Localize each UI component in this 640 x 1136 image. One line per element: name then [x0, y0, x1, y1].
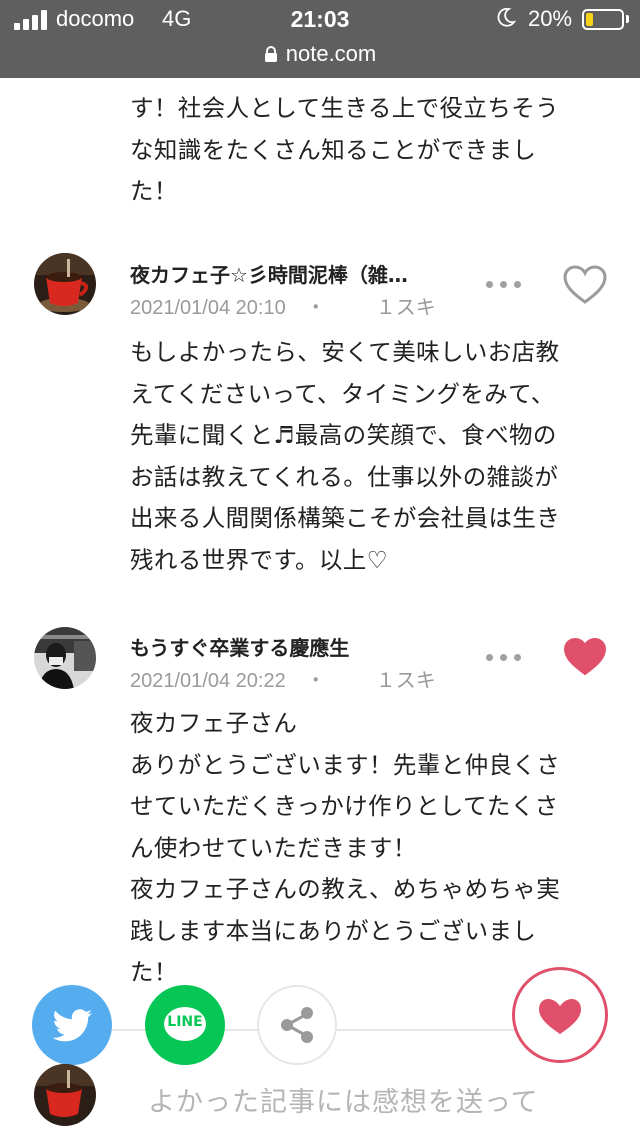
comment-date: 2021/01/04 20:22 [130, 670, 286, 692]
comment-line: す！社会人として生きる上で役立ちそう [130, 94, 560, 122]
comment-meta: 2021/01/04 20:10 ・ １スキ [130, 291, 436, 320]
battery-percent: 20% [528, 6, 573, 31]
like-count[interactable]: １スキ [376, 670, 436, 692]
battery-level-fill [586, 13, 593, 26]
like-heart-icon [539, 999, 581, 1034]
like-count[interactable]: １スキ [376, 297, 436, 319]
comment-line: た！ [130, 177, 178, 205]
avatar-cup-image [34, 253, 96, 315]
share-button[interactable] [257, 985, 337, 1065]
moon-icon [497, 7, 516, 27]
comment-author[interactable]: 夜カフェ子☆彡時間泥棒（雑… [130, 259, 408, 288]
article-like-button[interactable] [512, 967, 608, 1063]
like-heart-icon[interactable] [563, 265, 607, 305]
comment-date: 2021/01/04 20:10 [130, 297, 286, 319]
avatar[interactable] [34, 627, 96, 689]
comment-body: 夜カフェ子さん ありがとうございます！先輩と仲良くさ せていただくきっかけ作りと… [130, 703, 610, 994]
more-options-icon[interactable] [486, 278, 522, 290]
line-share-button[interactable]: LINE [145, 985, 225, 1065]
avatar-cup-image [34, 1064, 96, 1126]
url-text: note.com [285, 41, 377, 66]
comment-line: 践します本当にありがとうございまし [130, 916, 537, 945]
avatar[interactable] [34, 253, 96, 315]
lock-icon [264, 42, 278, 62]
comment-body: もしよかったら、安くて美味しいお店教 えてくださいって、タイミングをみて、 先輩… [130, 332, 610, 581]
battery-icon [582, 9, 624, 30]
current-user-avatar [34, 1064, 96, 1126]
comment-meta: 2021/01/04 20:22 ・ １スキ [130, 664, 436, 693]
comment-line: えてくださいって、タイミングをみて、 [130, 379, 555, 408]
comment-input-placeholder[interactable]: よかった記事には感想を送って [148, 1080, 539, 1119]
address-bar[interactable]: note.com [0, 41, 640, 67]
comment-line: ん使わせていただきます！ [130, 833, 417, 862]
comment-body: す！社会人として生きる上で役立ちそう な知識をたくさん知ることができまし た！ [130, 88, 610, 213]
more-options-icon[interactable] [486, 651, 522, 663]
comment-line: 出来る人間関係構築こそが会社員は生き [130, 504, 561, 532]
comment-line: な知識をたくさん知ることができまし [130, 135, 537, 164]
comment-line: もしよかったら、安くて美味しいお店教 [130, 338, 560, 366]
line-label: LINE [167, 1014, 203, 1030]
comment-line: ありがとうございます！先輩と仲良くさ [130, 750, 561, 779]
twitter-bird-icon [52, 1009, 92, 1042]
meta-separator: ・ [305, 670, 326, 692]
status-bar: docomo 4G 21:03 20% note.com [0, 0, 640, 78]
battery-cap [626, 15, 629, 23]
comment-line: 夜カフェ子さん [130, 709, 298, 737]
comment-line: 残れる世界です。以上♡ [130, 545, 389, 574]
liked-heart-icon[interactable] [563, 637, 607, 677]
comment-line: お話は教えてくれる。仕事以外の雑談が [130, 462, 559, 491]
comment-line: 夜カフェ子さんの教え、めちゃめちゃ実 [130, 875, 561, 903]
comment-line: 先輩に聞くと♬最高の笑顔で、食べ物の [130, 421, 557, 449]
twitter-share-button[interactable] [32, 985, 112, 1065]
comment-author[interactable]: もうすぐ卒業する慶應生 [130, 632, 349, 661]
meta-separator: ・ [305, 297, 326, 319]
share-icon [281, 1007, 313, 1043]
avatar-person-image [34, 627, 96, 689]
comment-line: せていただくきっかけ作りとしてたくさ [130, 792, 559, 820]
